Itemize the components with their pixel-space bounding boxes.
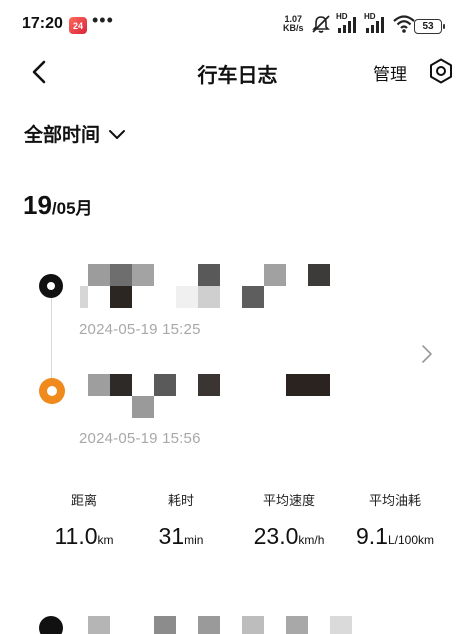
status-time: 17:20 [22, 15, 63, 32]
stat-unit: L/100km [387, 533, 434, 547]
stat-unit: km/h [298, 533, 325, 547]
time-filter-dropdown[interactable]: 全部时间 [24, 120, 126, 147]
time-filter-label: 全部时间 [24, 125, 101, 146]
nav-bar: 行车日志 管理 [0, 52, 475, 90]
date-month: /05月 [51, 199, 93, 218]
stat-label: 平均速度 [262, 493, 315, 508]
network-speed: 1.07 KB/s [283, 15, 304, 33]
date-group-header: 19/05月 [23, 190, 93, 221]
signal-icon: HD [336, 12, 360, 34]
app-notification-icon: 24 [69, 17, 87, 34]
wifi-icon [393, 15, 415, 33]
stat-average-speed: 平均速度 23.0km/h [229, 490, 349, 550]
stat-value: 31 [158, 523, 185, 549]
next-trip-card-partial[interactable] [0, 612, 475, 634]
end-address-redacted [80, 374, 340, 420]
status-bar: 17:20 24 ••• 1.07 KB/s HD HD 53 [0, 0, 475, 52]
trip-card[interactable]: 2024-05-19 15:25 2024-05-19 15:56 [0, 250, 475, 465]
start-location-icon [39, 616, 63, 634]
stat-average-fuel: 平均油耗 9.1L/100km [335, 490, 455, 550]
status-icons: HD HD [310, 12, 416, 34]
stat-value: 11.0 [54, 523, 98, 549]
start-address-redacted [80, 264, 340, 310]
stat-value: 23.0 [253, 523, 299, 549]
start-location-icon [39, 274, 63, 298]
stat-duration: 耗时 31min [121, 490, 241, 550]
stat-unit: km [97, 533, 114, 547]
stat-unit: min [184, 533, 204, 547]
trip-stats: 距离 11.0km 耗时 31min 平均速度 23.0km/h 平均油耗 9.… [0, 490, 475, 560]
mute-icon [312, 15, 330, 33]
battery-level: 53 [422, 21, 434, 32]
date-day: 19 [23, 190, 52, 220]
settings-icon[interactable] [427, 57, 455, 85]
end-time: 2024-05-19 15:56 [79, 430, 201, 447]
manage-button[interactable]: 管理 [373, 60, 407, 85]
chevron-right-icon [422, 345, 432, 363]
start-time: 2024-05-19 15:25 [79, 321, 201, 338]
route-timeline [51, 296, 52, 384]
stat-value: 9.1 [355, 523, 388, 549]
chevron-down-icon [109, 129, 126, 139]
stat-label: 耗时 [167, 493, 194, 508]
signal-icon: HD [364, 12, 388, 34]
more-notifications-icon: ••• [92, 10, 114, 30]
end-location-icon [39, 378, 65, 404]
network-speed-unit: KB/s [283, 23, 304, 33]
stat-label: 平均油耗 [368, 493, 421, 508]
battery-icon: 53 [414, 19, 445, 34]
